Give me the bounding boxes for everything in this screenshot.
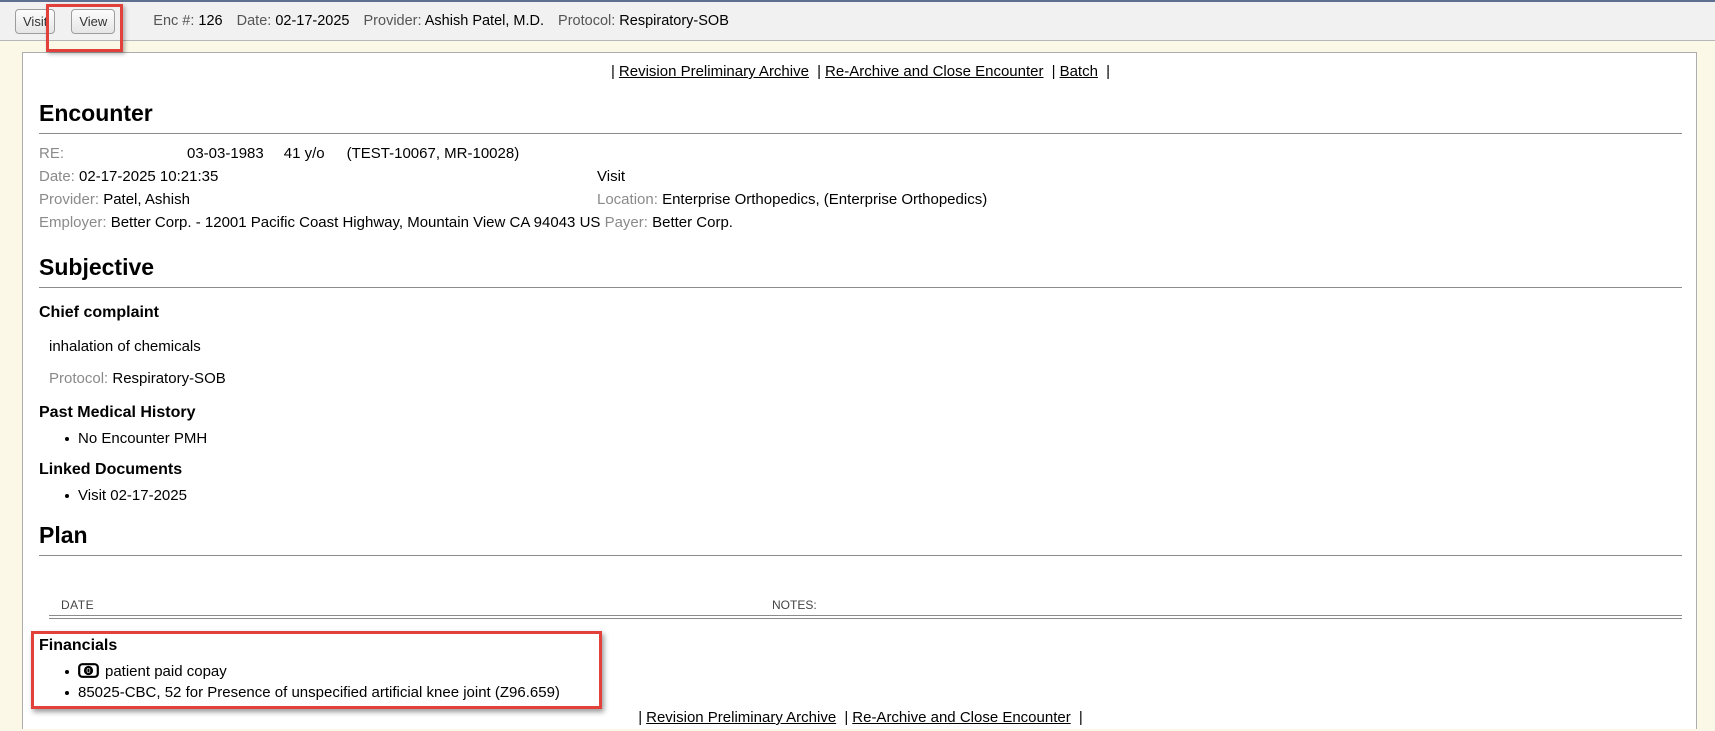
bottom-action-links: |Revision Preliminary Archive |Re-Archiv… (39, 709, 1682, 728)
encounter-summary: RE:03-03-1983 41 y/o (TEST-10067, MR-10028… (39, 142, 1682, 234)
plan-table-header: DATE NOTES: (39, 598, 1682, 612)
link-revision-preliminary-archive-top[interactable]: Revision Preliminary Archive (619, 63, 809, 80)
top-action-links: |Revision Preliminary Archive |Re-Archiv… (39, 63, 1682, 82)
location-value: Enterprise Orthopedics, (Enterprise Orth… (662, 191, 987, 208)
patient-re-row: RE:03-03-1983 41 y/o (TEST-10067, MR-10028… (39, 142, 1682, 165)
provider-label: Provider: (39, 191, 99, 208)
link-separator: | (844, 709, 848, 726)
patient-dob: 03-03-1983 (187, 145, 264, 162)
link-separator: | (611, 63, 615, 80)
location-item: Location: Enterprise Orthopedics, (Enter… (597, 188, 987, 211)
encounter-date-field: Date: 02-17-2025 (237, 13, 350, 29)
re-label: RE: (39, 142, 187, 165)
page-background: |Revision Preliminary Archive |Re-Archiv… (0, 41, 1715, 729)
link-separator: | (1052, 63, 1056, 80)
link-re-archive-close-encounter-bottom[interactable]: Re-Archive and Close Encounter (852, 709, 1070, 726)
linked-documents-heading: Linked Documents (39, 461, 1682, 479)
provider-field: Provider: Ashish Patel, M.D. (364, 13, 545, 29)
provider-location-row: Provider: Patel, Ashish Location: Enterp… (39, 188, 1682, 211)
chief-complaint-heading: Chief complaint (39, 304, 1682, 322)
section-title-encounter: Encounter (39, 100, 1682, 134)
tab-view[interactable]: View (71, 9, 115, 34)
plan-table-divider (49, 615, 1682, 619)
link-batch[interactable]: Batch (1060, 63, 1098, 80)
link-separator: | (1079, 709, 1083, 726)
protocol-value: Respiratory-SOB (112, 370, 225, 387)
financials-copay-item: 0 patient paid copay (39, 661, 1682, 682)
encounter-datetime: 02-17-2025 10:21:35 (79, 168, 218, 185)
link-separator: | (1106, 63, 1110, 80)
payer-value: Better Corp. (652, 214, 733, 231)
visit-type-value: Visit (597, 165, 625, 188)
pmh-heading: Past Medical History (39, 404, 1682, 422)
linked-document-item[interactable]: Visit 02-17-2025 (39, 485, 1682, 506)
money-bill-icon: 0 (78, 663, 99, 678)
employer-payer-row: Employer: Better Corp. - 12001 Pacific C… (39, 211, 1682, 234)
linked-documents-list: Visit 02-17-2025 (39, 485, 1682, 506)
financials-list: 0 patient paid copay 85025-CBC, 52 for P… (39, 661, 1682, 703)
protocol-line: Protocol: Respiratory-SOB (49, 370, 1682, 388)
link-separator: | (817, 63, 821, 80)
link-revision-preliminary-archive-bottom[interactable]: Revision Preliminary Archive (646, 709, 836, 726)
plan-notes-column-label: NOTES: (772, 598, 817, 612)
patient-age: 41 y/o (284, 145, 325, 162)
patient-ids: (TEST-10067, MR-10028) (347, 145, 520, 162)
section-title-subjective: Subjective (39, 254, 1682, 288)
date-visit-row: Date: 02-17-2025 10:21:35 Visit (39, 165, 1682, 188)
link-separator: | (638, 709, 642, 726)
location-label: Location: (597, 191, 658, 208)
provider-name: Patel, Ashish (103, 191, 190, 208)
topbar-fields: Enc #: 126 Date: 02-17-2025 Provider: As… (153, 13, 729, 29)
employer-label: Employer: (39, 214, 107, 231)
link-re-archive-close-encounter-top[interactable]: Re-Archive and Close Encounter (825, 63, 1043, 80)
protocol-field: Protocol: Respiratory-SOB (558, 13, 729, 29)
svg-text:0: 0 (86, 666, 90, 675)
protocol-label: Protocol: (49, 370, 108, 387)
pmh-list-item: No Encounter PMH (39, 428, 1682, 449)
section-title-plan: Plan (39, 522, 1682, 556)
employer-value: Better Corp. - 12001 Pacific Coast Highw… (111, 214, 601, 231)
chief-complaint-text: inhalation of chemicals (49, 338, 1682, 356)
financials-section: Financials 0 patient paid copay 85025-CB… (39, 637, 1682, 703)
encounter-number-field: Enc #: 126 (153, 13, 222, 29)
plan-date-column-label: DATE (61, 598, 94, 612)
tab-visit[interactable]: Visit (15, 9, 55, 34)
payer-label: Payer: (605, 214, 648, 231)
financials-copay-text: patient paid copay (105, 663, 227, 680)
encounter-document-panel: |Revision Preliminary Archive |Re-Archiv… (22, 52, 1697, 729)
financials-charge-item: 85025-CBC, 52 for Presence of unspecifie… (39, 682, 1682, 703)
date-label: Date: (39, 168, 75, 185)
topbar: Visit View Enc #: 126 Date: 02-17-2025 P… (0, 0, 1715, 41)
financials-heading: Financials (39, 637, 1682, 655)
pmh-list: No Encounter PMH (39, 428, 1682, 449)
